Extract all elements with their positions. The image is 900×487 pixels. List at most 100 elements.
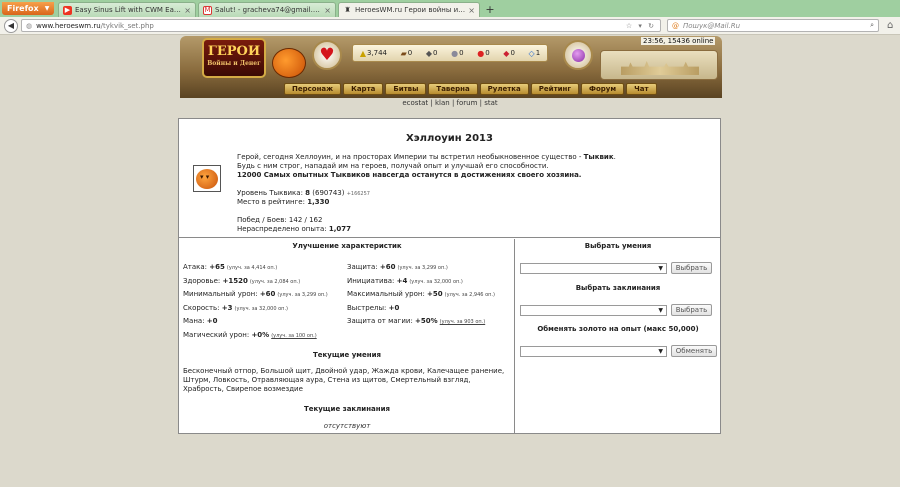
- youtube-icon: ▶: [63, 5, 72, 15]
- search-bar[interactable]: @ Пошук@Mail.Ru ⌕: [667, 19, 879, 32]
- bookmark-star-icon[interactable]: ☆ ▾ ↻: [626, 22, 656, 30]
- upgrade-link[interactable]: (улуч. за 32,000 оп.): [409, 279, 462, 285]
- stat-attack: Атака: +65 (улуч. за 4,414 оп.): [183, 263, 278, 271]
- current-skills-list: Бесконечный отпор, Большой щит, Двойной …: [183, 367, 505, 393]
- url-host: www.heroeswm.ru: [36, 21, 101, 30]
- link-forum[interactable]: forum: [457, 99, 478, 107]
- menu-item-rating[interactable]: Рейтинг: [530, 83, 580, 95]
- menu-item-tavern[interactable]: Таверна: [428, 83, 478, 95]
- actions-section: Выбрать умения ▼ Выбрать Выбрать заклина…: [516, 239, 720, 434]
- current-spells-heading: Текущие заклинания: [303, 405, 391, 413]
- exchange-gold-heading: Обменять золото на опыт (макс 50,000): [537, 325, 699, 333]
- choose-spell-button[interactable]: Выбрать: [671, 304, 712, 316]
- tab-title: Salut! - gracheva74@gmail.com - Gm...: [215, 6, 322, 14]
- stat-initiative: Инициатива: +4 (улуч. за 32,000 оп.): [347, 277, 463, 285]
- mana-flask-icon[interactable]: [563, 40, 593, 70]
- halloween-pumpkin-icon: [272, 48, 306, 78]
- intro-line-2: Будь с ним строг, нападай им на героев, …: [237, 162, 549, 170]
- stat-defense: Защита: +60 (улуч. за 3,299 оп.): [347, 263, 448, 271]
- resource-mercury: ● 0: [451, 49, 463, 58]
- upgrade-link[interactable]: (улуч. за 3,299 оп.): [398, 265, 448, 271]
- choose-spells-heading: Выбрать заклинания: [575, 284, 661, 292]
- stats-section: Улучшение характеристик Атака: +65 (улуч.…: [179, 239, 515, 434]
- close-icon[interactable]: ×: [184, 6, 191, 15]
- choose-skill-button[interactable]: Выбрать: [671, 262, 712, 274]
- resource-value: 0: [407, 49, 413, 57]
- upgrade-link[interactable]: (улуч. за 100 оп.): [271, 333, 317, 339]
- link-klan[interactable]: klan: [435, 99, 450, 107]
- tykvik-pumpkin-icon: [193, 165, 221, 192]
- back-button[interactable]: ◀: [4, 18, 18, 33]
- stats-heading: Улучшение характеристик: [292, 242, 402, 250]
- arrow-left-icon: ◀: [7, 21, 15, 30]
- resource-value: 0: [433, 49, 438, 57]
- game-logo[interactable]: ГЕРОИ Войны и Денег: [202, 38, 266, 78]
- sub-links: ecostat | klan | forum | stat: [402, 99, 498, 107]
- resource-gem: ◇ 1: [529, 49, 541, 58]
- upgrade-link[interactable]: (улуч. за 2,946 оп.): [445, 292, 495, 298]
- resource-sulfur: ● 0: [477, 49, 489, 58]
- menu-item-chat[interactable]: Чат: [626, 83, 657, 95]
- current-spells-empty: отсутствуют: [323, 422, 371, 430]
- browser-tab-bar: Firefox ▼ ▶ Easy Sinus Lift with CWM Eas…: [0, 0, 900, 17]
- resource-wood: ▰ 0: [401, 49, 413, 58]
- chevron-down-icon: ▼: [658, 307, 663, 314]
- resource-gold: ▲ 3,744: [360, 49, 387, 58]
- resource-value: 0: [485, 49, 490, 57]
- stat-max-damage: Максимальный урон: +50 (улуч. за 2,946 оп…: [347, 290, 495, 298]
- menu-item-character[interactable]: Персонаж: [284, 83, 342, 95]
- tykvik-name: Тыквик: [583, 153, 614, 161]
- close-icon[interactable]: ×: [324, 6, 331, 15]
- exchange-button[interactable]: Обменять: [671, 345, 717, 357]
- choose-skills-heading: Выбрать умения: [584, 242, 652, 250]
- mercury-icon: ●: [451, 48, 459, 58]
- tab-gmail[interactable]: M Salut! - gracheva74@gmail.com - Gm... …: [198, 2, 336, 17]
- stat-shots: Выстрелы: +0: [347, 304, 400, 312]
- tab-youtube[interactable]: ▶ Easy Sinus Lift with CWM Easy Sinus L.…: [58, 2, 196, 17]
- address-bar[interactable]: ◍ www.heroeswm.ru /tykvik_set.php ☆ ▾ ↻: [21, 19, 661, 32]
- ore-icon: ◆: [425, 48, 433, 58]
- crystal-icon: ◆: [503, 48, 510, 58]
- game-main-menu: Персонаж Карта Битвы Таверна Рулетка Рей…: [284, 83, 659, 95]
- menu-item-map[interactable]: Карта: [343, 83, 384, 95]
- firefox-menu-button[interactable]: Firefox ▼: [2, 2, 54, 15]
- upgrade-link[interactable]: (улуч. за 3,299 оп.): [277, 292, 327, 298]
- new-tab-button[interactable]: +: [482, 3, 498, 16]
- tab-title: HeroesWM.ru Герои войны и денег. ...: [355, 6, 466, 14]
- close-icon[interactable]: ×: [468, 6, 475, 15]
- gold-icon: ▲: [359, 48, 366, 58]
- current-skills-heading: Текущие умения: [313, 351, 381, 359]
- mailru-icon: @: [672, 21, 679, 30]
- url-path: /tykvik_set.php: [100, 21, 154, 30]
- menu-item-forum[interactable]: Форум: [581, 83, 625, 95]
- event-intro: Хэллоуин 2013 Герой, сегодня Хеллоуин, и…: [179, 119, 720, 238]
- intro-line-1: Герой, сегодня Хеллоуин, и на просторах …: [237, 153, 616, 161]
- tab-heroeswm[interactable]: ♜ HeroesWM.ru Герои войны и денег. ... ×: [338, 2, 480, 17]
- upgrade-link[interactable]: (улуч. за 32,000 оп.): [235, 306, 288, 312]
- tykvik-panel: Хэллоуин 2013 Герой, сегодня Хеллоуин, и…: [178, 118, 721, 434]
- link-stat[interactable]: stat: [484, 99, 497, 107]
- tab-title: Easy Sinus Lift with CWM Easy Sinus L...: [75, 6, 182, 14]
- exchange-select[interactable]: ▼: [520, 346, 667, 357]
- spells-select[interactable]: ▼: [520, 305, 667, 316]
- stat-mana: Мана: +0: [183, 317, 218, 325]
- skills-select[interactable]: ▼: [520, 263, 667, 274]
- home-icon[interactable]: ⌂: [887, 20, 893, 31]
- wins-battles: Побед / Боев: 142 / 162: [237, 216, 323, 224]
- chevron-down-icon: ▼: [658, 265, 663, 272]
- search-icon[interactable]: ⌕: [870, 21, 874, 30]
- wood-icon: ▰: [400, 48, 407, 58]
- server-clock-online: 23:56, 15436 online: [641, 37, 716, 45]
- menu-item-battles[interactable]: Битвы: [385, 83, 427, 95]
- resource-ore: ◆ 0: [426, 49, 438, 58]
- menu-item-roulette[interactable]: Рулетка: [479, 83, 529, 95]
- stat-speed: Скорость: +3 (улуч. за 32,000 оп.): [183, 304, 288, 312]
- upgrade-link[interactable]: (улуч. за 4,414 оп.): [227, 265, 277, 271]
- link-ecostat[interactable]: ecostat: [402, 99, 428, 107]
- sulfur-icon: ●: [477, 48, 485, 58]
- upgrade-link[interactable]: (улуч. за 2,084 оп.): [250, 279, 300, 285]
- resource-crystal: ◆ 0: [503, 49, 515, 58]
- upgrade-link[interactable]: (улуч. за 903 оп.): [440, 319, 486, 325]
- health-heart-icon[interactable]: ♥: [312, 40, 342, 70]
- navigation-bar: ◀ ◍ www.heroeswm.ru /tykvik_set.php ☆ ▾ …: [0, 17, 900, 35]
